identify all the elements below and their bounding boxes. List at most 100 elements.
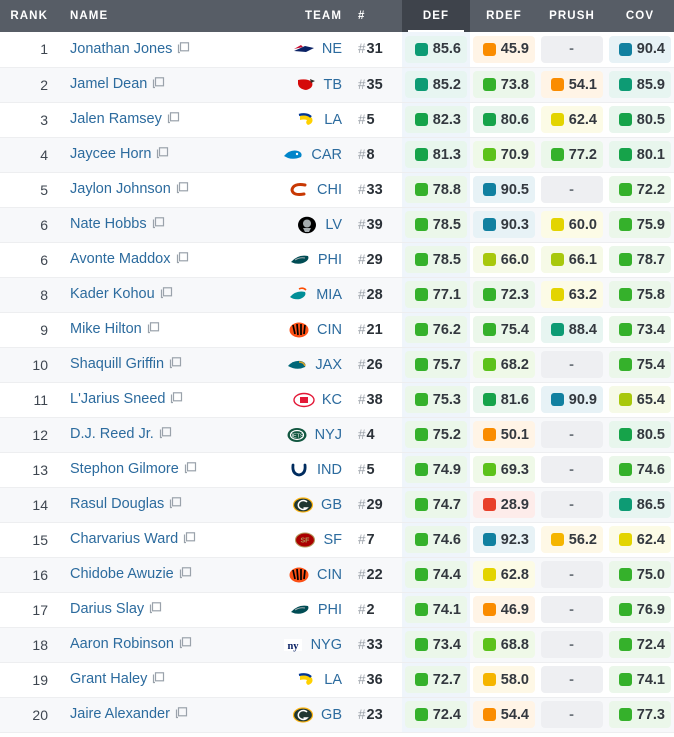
compare-icon[interactable]: [176, 251, 189, 268]
team-cell: GB: [280, 697, 348, 733]
column-header-rdef[interactable]: RDEF: [470, 0, 538, 32]
table-row[interactable]: 15 Charvarius Ward SF SF #7 74.6 92.3 56.2 62.4: [0, 522, 674, 558]
compare-icon[interactable]: [179, 636, 192, 653]
team-abbreviation-link[interactable]: LA: [324, 672, 342, 688]
player-name-link[interactable]: Darius Slay: [70, 601, 144, 617]
rank-cell: 16: [0, 557, 58, 593]
compare-icon[interactable]: [152, 671, 165, 688]
jersey-number-value: 8: [366, 146, 375, 163]
table-row[interactable]: 6 Nate Hobbs LV #39 78.5 90.3 60.0 75.9: [0, 207, 674, 243]
table-row[interactable]: 16 Chidobe Awuzie CIN #22 74.4 62.8- 75.0: [0, 557, 674, 593]
jersey-number-cell: #5: [348, 102, 402, 138]
team-abbreviation-link[interactable]: NYJ: [315, 427, 342, 443]
table-row[interactable]: 6 Avonte Maddox PHI #29 78.5 66.0 66.1 78.7: [0, 242, 674, 278]
table-row[interactable]: 5 Jaylon Johnson CHI #33 78.8 90.5- 72.2: [0, 172, 674, 208]
table-row[interactable]: 18 Aaron Robinson ny NYG #33 73.4 68.8- 72.4: [0, 627, 674, 663]
player-name-link[interactable]: Avonte Maddox: [70, 251, 171, 267]
player-name-link[interactable]: Stephon Gilmore: [70, 461, 179, 477]
compare-icon[interactable]: [179, 566, 192, 583]
table-row[interactable]: 12 D.J. Reed Jr. JETS NYJ #4 75.2 50.1- 80.5: [0, 417, 674, 453]
team-abbreviation-link[interactable]: LA: [324, 112, 342, 128]
table-row[interactable]: 3 Jalen Ramsey LA #5 82.3 80.6 62.4 80.5: [0, 102, 674, 138]
player-name-link[interactable]: Nate Hobbs: [70, 216, 147, 232]
team-abbreviation-link[interactable]: SF: [323, 532, 342, 548]
column-header-rank[interactable]: RANK: [0, 0, 58, 32]
compare-icon[interactable]: [167, 111, 180, 128]
compare-icon[interactable]: [183, 531, 196, 548]
grade-swatch-icon: [618, 603, 632, 616]
compare-icon[interactable]: [184, 461, 197, 478]
player-name-link[interactable]: L'Jarius Sneed: [70, 391, 165, 407]
player-name-link[interactable]: Jamel Dean: [70, 76, 147, 92]
compare-icon[interactable]: [152, 216, 165, 233]
player-name-link[interactable]: Jalen Ramsey: [70, 111, 162, 127]
team-abbreviation-link[interactable]: CHI: [317, 182, 342, 198]
stat-cell-cov: 72.2: [606, 172, 674, 208]
compare-icon[interactable]: [175, 706, 188, 723]
table-row[interactable]: 10 Shaquill Griffin JAX #26 75.7 68.2- 75.4: [0, 347, 674, 383]
table-row[interactable]: 4 Jaycee Horn CAR #8 81.3 70.9 77.2 80.1: [0, 137, 674, 173]
player-name-link[interactable]: Mike Hilton: [70, 321, 142, 337]
table-row[interactable]: 19 Grant Haley LA #36 72.7 58.0- 74.1: [0, 662, 674, 698]
grade-swatch-icon: [550, 113, 564, 126]
player-name-link[interactable]: Kader Kohou: [70, 286, 155, 302]
player-name-link[interactable]: Aaron Robinson: [70, 636, 174, 652]
compare-icon[interactable]: [152, 76, 165, 93]
player-name-link[interactable]: Shaquill Griffin: [70, 356, 164, 372]
player-name-link[interactable]: Charvarius Ward: [70, 531, 178, 547]
grade-swatch-icon: [550, 323, 564, 336]
table-row[interactable]: 13 Stephon Gilmore IND #5 74.9 69.3- 74.6: [0, 452, 674, 488]
player-name-link[interactable]: Rasul Douglas: [70, 496, 164, 512]
player-name-link[interactable]: Chidobe Awuzie: [70, 566, 174, 582]
player-name-link[interactable]: Jaylon Johnson: [70, 181, 171, 197]
table-row[interactable]: 9 Mike Hilton CIN #21 76.2 75.4 88.4 73.4: [0, 312, 674, 348]
table-row[interactable]: 20 Jaire Alexander GB #23 72.4 54.4- 77.3: [0, 697, 674, 733]
compare-icon[interactable]: [147, 321, 160, 338]
team-abbreviation-link[interactable]: NE: [322, 41, 342, 57]
team-abbreviation-link[interactable]: JAX: [315, 357, 342, 373]
compare-icon[interactable]: [159, 426, 172, 443]
compare-icon[interactable]: [156, 146, 169, 163]
team-abbreviation-link[interactable]: MIA: [316, 287, 342, 303]
table-row[interactable]: 1 Jonathan Jones NE #31 85.6 45.9- 90.4: [0, 32, 674, 68]
column-header-cov[interactable]: COV: [606, 0, 674, 32]
compare-icon[interactable]: [176, 181, 189, 198]
team-abbreviation-link[interactable]: CIN: [317, 567, 342, 583]
stat-cell-def: 82.3: [402, 102, 470, 138]
table-row[interactable]: 8 Kader Kohou MIA #28 77.1 72.3 63.2 75.8: [0, 277, 674, 313]
column-header-prush[interactable]: PRUSH: [538, 0, 606, 32]
team-abbreviation-link[interactable]: GB: [321, 497, 342, 513]
table-row[interactable]: 14 Rasul Douglas GB #29 74.7 28.9- 86.5: [0, 487, 674, 523]
team-abbreviation-link[interactable]: CAR: [311, 147, 342, 163]
compare-icon[interactable]: [149, 601, 162, 618]
player-name-link[interactable]: Jonathan Jones: [70, 41, 172, 57]
compare-icon[interactable]: [177, 41, 190, 58]
player-name-link[interactable]: Grant Haley: [70, 671, 147, 687]
team-abbreviation-link[interactable]: PHI: [318, 252, 342, 268]
table-row[interactable]: 2 Jamel Dean TB #35 85.2 73.8 54.1 85.9: [0, 67, 674, 103]
team-abbreviation-link[interactable]: TB: [323, 77, 342, 93]
team-abbreviation-link[interactable]: GB: [321, 707, 342, 723]
grades-table-app: RANK NAME TEAM # DEF RDEF PRUSH COV 1 Jon…: [0, 0, 674, 737]
player-name-link[interactable]: Jaire Alexander: [70, 706, 170, 722]
table-row[interactable]: 11 L'Jarius Sneed KC #38 75.3 81.6 90.9 65.4: [0, 382, 674, 418]
compare-icon[interactable]: [169, 356, 182, 373]
column-header-team[interactable]: TEAM: [280, 0, 348, 32]
table-row[interactable]: 17 Darius Slay PHI #2 74.1 46.9- 76.9: [0, 592, 674, 628]
column-header-number[interactable]: #: [348, 0, 402, 32]
team-abbreviation-link[interactable]: LV: [325, 217, 342, 233]
team-abbreviation-link[interactable]: CIN: [317, 322, 342, 338]
team-abbreviation-link[interactable]: IND: [317, 462, 342, 478]
compare-icon[interactable]: [169, 496, 182, 513]
stat-value-text: 80.1: [636, 146, 665, 163]
column-header-name[interactable]: NAME: [58, 0, 280, 32]
compare-icon[interactable]: [170, 391, 183, 408]
column-header-def[interactable]: DEF: [402, 0, 470, 32]
team-abbreviation-link[interactable]: PHI: [318, 602, 342, 618]
team-abbreviation-link[interactable]: NYG: [311, 637, 342, 653]
compare-icon[interactable]: [160, 286, 173, 303]
player-name-link[interactable]: D.J. Reed Jr.: [70, 426, 154, 442]
team-abbreviation-link[interactable]: KC: [322, 392, 342, 408]
table-header: RANK NAME TEAM # DEF RDEF PRUSH COV: [0, 0, 674, 32]
player-name-link[interactable]: Jaycee Horn: [70, 146, 151, 162]
